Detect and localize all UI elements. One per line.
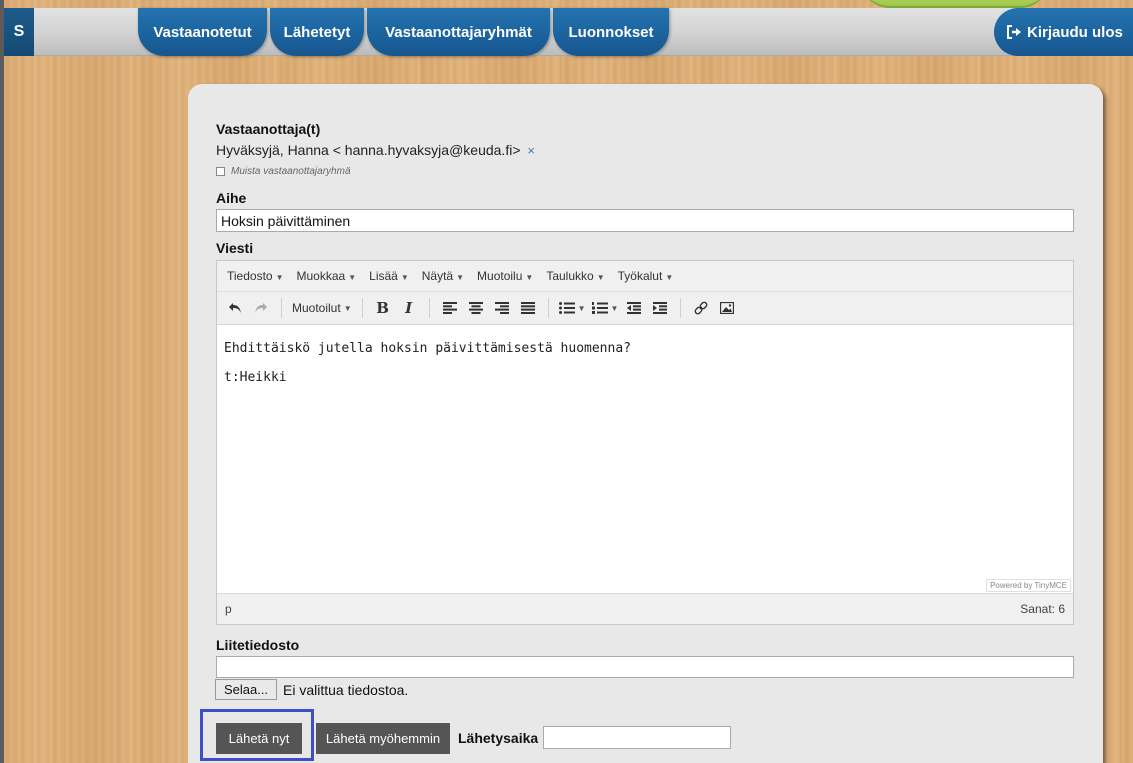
highlight-frame — [200, 709, 314, 761]
editor-content[interactable]: Ehdittäiskö jutella hoksin päivittämises… — [217, 325, 1073, 591]
numbered-list-icon[interactable]: ▼ — [591, 297, 618, 319]
recipient-text: Hyväksyjä, Hanna < hanna.hyvaksyja@keuda… — [216, 142, 521, 158]
bullet-list-icon[interactable]: ▼ — [558, 297, 586, 319]
content-paragraph: Ehdittäiskö jutella hoksin päivittämises… — [224, 341, 631, 356]
tab-received[interactable]: Vastaanotetut — [138, 8, 267, 56]
menu-tools[interactable]: Työkalut ▼ — [618, 269, 674, 283]
no-file-text: Ei valittua tiedostoa. — [283, 682, 409, 698]
sign-out-icon — [1006, 24, 1022, 40]
align-right-icon[interactable] — [492, 297, 512, 319]
leaf-decoration — [860, 0, 1050, 8]
menu-format[interactable]: Muotoilu ▼ — [477, 269, 533, 283]
remember-group-row: Muista vastaanottajaryhmä — [216, 166, 351, 177]
bold-icon[interactable]: B — [373, 297, 393, 319]
toolbar-separator — [281, 298, 282, 318]
toolbar-separator — [428, 298, 430, 318]
left-edge — [0, 0, 4, 763]
remember-group-label: Muista vastaanottajaryhmä — [231, 166, 351, 177]
toolbar-separator — [680, 298, 682, 318]
tab-drafts[interactable]: Luonnokset — [553, 8, 669, 56]
logout-button[interactable]: Kirjaudu ulos — [994, 8, 1133, 56]
attachment-input[interactable] — [216, 656, 1074, 678]
attachment-label: Liitetiedosto — [216, 637, 300, 653]
indent-icon[interactable] — [650, 297, 670, 319]
logout-label: Kirjaudu ulos — [1027, 23, 1123, 41]
editor-toolbar: Muotoilut ▼ B I ▼ ▼ — [217, 292, 1073, 325]
send-time-input[interactable] — [543, 726, 731, 749]
editor-menubar: Tiedosto ▼ Muokkaa ▼ Lisää ▼ Näytä ▼ Muotoil… — [217, 261, 1073, 292]
powered-by-label[interactable]: Powered by TinyMCE — [986, 579, 1071, 592]
tab-recipient-groups[interactable]: Vastaanottajaryhmät — [367, 8, 550, 56]
redo-icon[interactable] — [251, 297, 271, 319]
menu-file[interactable]: Tiedosto ▼ — [227, 269, 284, 283]
toolbar-separator — [547, 298, 549, 318]
subject-label: Aihe — [216, 190, 247, 206]
content-paragraph: t:Heikki — [224, 370, 287, 385]
toolbar-separator — [361, 298, 363, 318]
menu-view[interactable]: Näytä ▼ — [422, 269, 464, 283]
send-later-button[interactable]: Lähetä myöhemmin — [316, 723, 450, 754]
remove-recipient-icon[interactable]: × — [527, 143, 535, 158]
menu-table[interactable]: Taulukko ▼ — [546, 269, 604, 283]
rich-text-editor: Tiedosto ▼ Muokkaa ▼ Lisää ▼ Näytä ▼ Muotoil… — [216, 260, 1074, 625]
outdent-icon[interactable] — [624, 297, 644, 319]
recipient-entry: Hyväksyjä, Hanna < hanna.hyvaksyja@keuda… — [216, 142, 535, 158]
align-center-icon[interactable] — [466, 297, 486, 319]
element-path[interactable]: p — [225, 602, 232, 616]
menu-edit[interactable]: Muokkaa ▼ — [297, 269, 357, 283]
menu-insert[interactable]: Lisää ▼ — [369, 269, 409, 283]
image-icon[interactable] — [717, 297, 737, 319]
italic-icon[interactable]: I — [399, 297, 419, 319]
formats-dropdown[interactable]: Muotoilut ▼ — [292, 297, 352, 319]
message-label: Viesti — [216, 240, 254, 256]
undo-icon[interactable] — [225, 297, 245, 319]
editor-statusbar: p Sanat: 6 — [217, 593, 1073, 624]
subject-input[interactable]: Hoksin päivittäminen — [216, 209, 1074, 232]
tab-sent[interactable]: Lähetetyt — [270, 8, 364, 56]
send-time-label: Lähetysaika — [458, 730, 539, 746]
brand-tab[interactable]: S — [4, 8, 34, 56]
word-count: Sanat: 6 — [1020, 602, 1065, 616]
align-justify-icon[interactable] — [518, 297, 538, 319]
align-left-icon[interactable] — [440, 297, 460, 319]
recipients-label: Vastaanottaja(t) — [216, 121, 321, 137]
link-icon[interactable] — [691, 297, 711, 319]
browse-button[interactable]: Selaa... — [215, 679, 277, 700]
remember-group-checkbox[interactable] — [216, 167, 225, 176]
